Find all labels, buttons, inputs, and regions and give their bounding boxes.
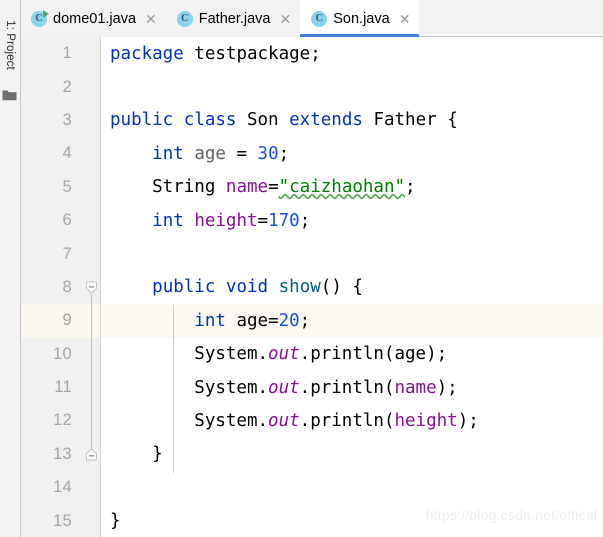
fold-region-line — [91, 293, 92, 449]
line-number: 5 — [20, 170, 82, 204]
fold-gutter-cell — [82, 237, 100, 271]
code-text: String name="caizhaohan"; — [110, 177, 416, 198]
code-cell[interactable]: System.out.println(age); — [100, 337, 603, 371]
code-text: public class Son extends Father { — [110, 110, 458, 131]
code-text: System.out.println(name); — [110, 377, 458, 398]
code-cell[interactable]: public class Son extends Father { — [100, 103, 603, 138]
code-cell[interactable]: String name="caizhaohan"; — [100, 170, 603, 204]
code-line[interactable]: 4 int age = 30; — [20, 137, 603, 171]
run-marker-icon — [43, 9, 49, 18]
line-number: 2 — [20, 70, 82, 104]
code-text: int age = 30; — [152, 143, 290, 164]
java-class-icon: C — [31, 9, 49, 27]
close-icon[interactable]: ✕ — [277, 12, 292, 26]
fold-gutter-cell — [82, 137, 100, 171]
editor-tabs: Cdome01.java ✕ C Father.java ✕ C Son.java ✕ — [20, 0, 603, 37]
line-number: 12 — [20, 404, 82, 438]
line-number: 14 — [20, 471, 82, 505]
code-text: } — [110, 511, 121, 532]
editor-tab-label: Father.java — [198, 10, 271, 27]
code-line[interactable]: 2 — [20, 70, 603, 104]
fold-gutter-cell — [82, 37, 100, 71]
fold-gutter-cell — [82, 471, 100, 505]
code-text: public void show() { — [152, 277, 363, 298]
line-number: 13 — [20, 437, 82, 472]
fold-gutter-cell — [82, 504, 100, 537]
code-text: package testpackage; — [110, 43, 321, 64]
indent-guide — [173, 305, 174, 473]
code-cell[interactable]: int height=170; — [100, 203, 603, 238]
fold-collapse-start-icon[interactable] — [85, 281, 98, 294]
folder-icon — [2, 88, 17, 101]
tool-window-button-project[interactable]: 1: Project — [0, 2, 20, 88]
code-line[interactable]: 14 — [20, 471, 603, 505]
watermark-text: https://blog.csdn.net/offical — [425, 507, 597, 523]
code-line[interactable]: 6 int height=170; — [20, 203, 603, 238]
java-class-icon: C — [311, 10, 328, 27]
code-cell[interactable]: } — [100, 437, 603, 472]
code-text: int age=20; — [194, 310, 311, 331]
code-cell[interactable]: int age=20; — [100, 304, 603, 338]
code-cell[interactable]: public void show() { — [100, 270, 603, 305]
code-line[interactable]: 8 public void show() { — [20, 270, 603, 305]
code-text: System.out.println(height); — [110, 410, 479, 431]
code-line[interactable]: 11 System.out.println(name); — [20, 370, 603, 405]
line-number: 15 — [20, 504, 82, 537]
fold-gutter-cell — [82, 70, 100, 104]
line-number: 4 — [20, 137, 82, 171]
line-number: 7 — [20, 237, 82, 271]
code-line[interactable]: 7 — [20, 237, 603, 271]
code-line[interactable]: 12 System.out.println(height); — [20, 404, 603, 438]
line-number: 11 — [20, 370, 82, 405]
code-cell[interactable]: System.out.println(name); — [100, 370, 603, 405]
code-cell[interactable] — [100, 471, 603, 505]
tool-window-strip: 1: Project — [0, 0, 21, 537]
tool-window-button-project-label: 1: Project — [4, 20, 17, 70]
code-line[interactable]: 13 } — [20, 437, 603, 472]
code-lines: 1 package testpackage; 2 3 public class Son … — [20, 37, 603, 537]
editor-area[interactable]: 1 package testpackage; 2 3 public class Son … — [20, 37, 603, 537]
code-line[interactable]: 3 public class Son extends Father { — [20, 103, 603, 138]
fold-collapse-end-icon[interactable] — [85, 448, 98, 461]
line-number: 3 — [20, 103, 82, 138]
java-class-icon: C — [176, 10, 193, 27]
code-cell[interactable] — [100, 70, 603, 104]
close-icon[interactable]: ✕ — [396, 12, 411, 26]
code-line[interactable]: 1 package testpackage; — [20, 37, 603, 71]
code-text: int height=170; — [152, 210, 311, 231]
editor-tab-row: Cdome01.java ✕ C Father.java ✕ C Son.java ✕ — [0, 0, 603, 37]
fold-gutter-cell — [82, 203, 100, 238]
code-line[interactable]: 9 int age=20; — [20, 304, 603, 338]
line-number: 6 — [20, 203, 82, 238]
line-number: 9 — [20, 304, 82, 338]
code-text: } — [110, 444, 163, 465]
editor-tab-father-java[interactable]: C Father.java ✕ — [165, 0, 301, 37]
line-number: 1 — [20, 37, 82, 71]
code-text: System.out.println(age); — [110, 344, 448, 365]
code-cell[interactable]: package testpackage; — [100, 37, 603, 71]
editor-tab-son-java[interactable]: C Son.java ✕ — [300, 0, 420, 37]
line-number: 10 — [20, 337, 82, 371]
editor-tab-label: Son.java — [333, 10, 390, 27]
editor-tab-label: dome01.java — [53, 10, 137, 27]
code-cell[interactable]: System.out.println(height); — [100, 404, 603, 438]
line-number: 8 — [20, 270, 82, 305]
intellij-editor-window: 1: Project Cdome01.java ✕ C Father.java ✕ C So… — [0, 0, 603, 537]
code-cell[interactable] — [100, 237, 603, 271]
code-line[interactable]: 5 String name="caizhaohan"; — [20, 170, 603, 204]
close-icon[interactable]: ✕ — [142, 12, 157, 26]
fold-gutter-cell — [82, 103, 100, 138]
editor-tab-dome01-java[interactable]: Cdome01.java ✕ — [20, 0, 166, 37]
code-cell[interactable]: int age = 30; — [100, 137, 603, 171]
fold-gutter-cell — [82, 170, 100, 204]
code-line[interactable]: 10 System.out.println(age); — [20, 337, 603, 371]
